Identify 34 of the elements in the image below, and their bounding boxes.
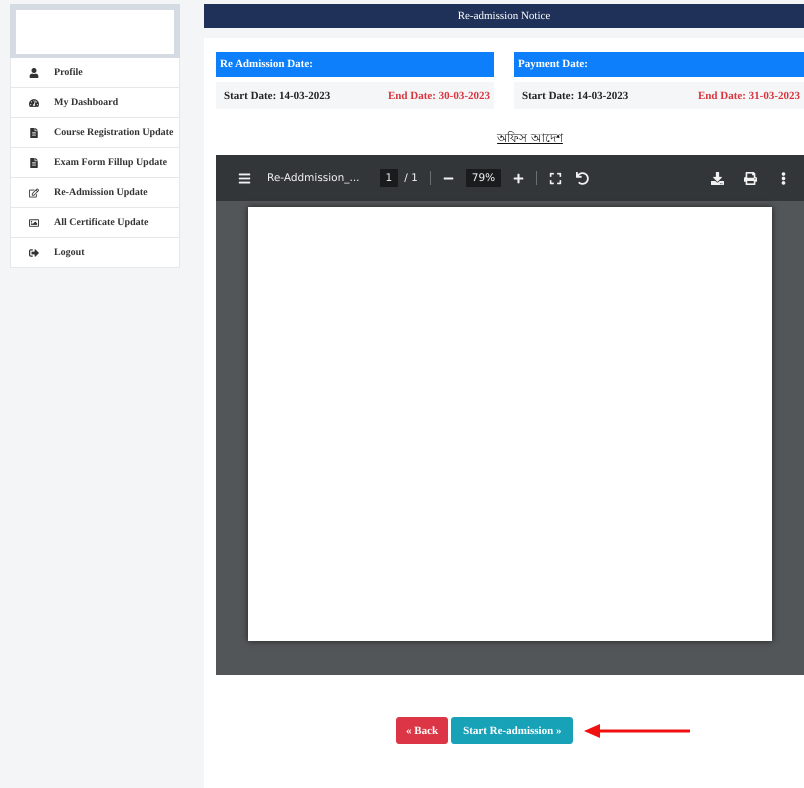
edit-icon — [29, 188, 40, 198]
sidebar-item[interactable]: All Certificate Update — [10, 208, 180, 238]
sidebar-item[interactable]: Exam Form Fillup Update — [10, 148, 180, 178]
document-icon — [29, 128, 40, 138]
arrow-icon — [584, 722, 690, 738]
zoom-field[interactable]: 79% — [466, 169, 502, 187]
document-icon — [29, 158, 40, 168]
user-icon — [29, 68, 40, 78]
page-header: Re-admission Notice — [204, 4, 804, 28]
download-icon[interactable] — [711, 172, 724, 184]
dashboard-icon — [29, 98, 40, 108]
end-date: End Date: 30-03-2023 — [388, 90, 490, 102]
sidebar-item[interactable]: Profile — [10, 58, 180, 88]
sidebar-item[interactable]: Course Registration Update — [10, 118, 180, 148]
card-header: Payment Date: — [514, 52, 804, 77]
start-date: Start Date: 14-03-2023 — [224, 90, 330, 102]
start-date: Start Date: 14-03-2023 — [522, 90, 628, 102]
back-button[interactable]: « Back — [396, 717, 448, 744]
rotate-icon[interactable] — [576, 172, 590, 184]
menu-icon[interactable] — [238, 172, 251, 184]
file-name: Re-Addmission_... — [267, 172, 360, 184]
card-header: Re Admission Date: — [216, 52, 494, 77]
print-icon[interactable] — [744, 172, 757, 184]
page-total: / 1 — [404, 172, 418, 184]
sidebar-item[interactable]: My Dashboard — [10, 88, 180, 118]
fit-page-icon[interactable] — [549, 172, 562, 184]
end-date: End Date: 31-03-2023 — [698, 90, 800, 102]
image-icon — [29, 218, 40, 228]
page-field[interactable]: 1 — [380, 169, 398, 187]
document-title: অফিস আদেশ — [497, 130, 563, 147]
sidebar-item[interactable]: Logout — [10, 238, 180, 268]
sidebar-item[interactable]: Re-Admission Update — [10, 178, 180, 208]
logout-icon — [29, 248, 40, 258]
zoom-in-icon[interactable] — [513, 172, 524, 184]
